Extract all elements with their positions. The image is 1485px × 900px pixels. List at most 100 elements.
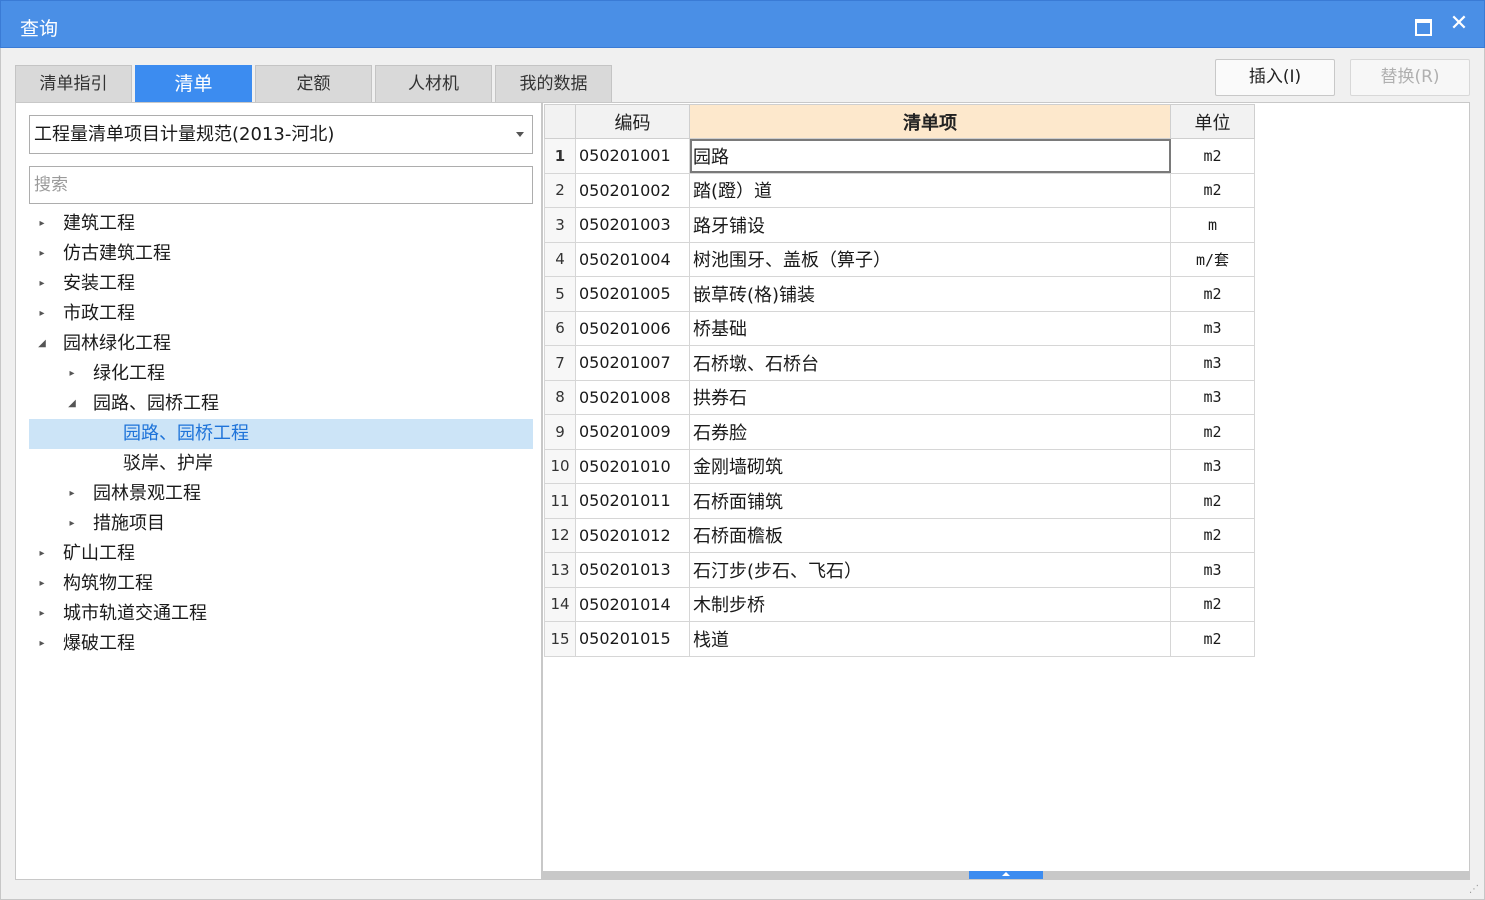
- code-cell[interactable]: 050201004: [575, 241, 690, 277]
- code-cell[interactable]: 050201010: [575, 448, 690, 484]
- unit-cell[interactable]: m3: [1170, 310, 1255, 346]
- table-row[interactable]: 6 050201006 桥基础 m3: [544, 310, 1255, 346]
- tree-item[interactable]: ◢ 园林绿化工程: [29, 329, 533, 359]
- tree-item[interactable]: ▸ 仿古建筑工程: [29, 239, 533, 269]
- maximize-button[interactable]: [1410, 13, 1434, 37]
- table-row[interactable]: 8 050201008 拱券石 m3: [544, 379, 1255, 415]
- tab-quota[interactable]: 定额: [255, 65, 372, 102]
- unit-cell[interactable]: m3: [1170, 448, 1255, 484]
- tree-item[interactable]: ▸ 城市轨道交通工程: [29, 599, 533, 629]
- column-header-unit[interactable]: 单位: [1170, 104, 1255, 139]
- replace-button[interactable]: 替换(R): [1350, 59, 1470, 96]
- table-row[interactable]: 5 050201005 嵌草砖(格)铺装 m2: [544, 276, 1255, 312]
- name-cell[interactable]: 树池围牙、盖板（箅子）: [689, 241, 1171, 277]
- name-cell[interactable]: 栈道: [689, 621, 1171, 657]
- tree-item[interactable]: ▸ 园林景观工程: [29, 479, 533, 509]
- tree-item[interactable]: ▸ 安装工程: [29, 269, 533, 299]
- insert-button[interactable]: 插入(I): [1215, 59, 1335, 96]
- tab-list[interactable]: 清单: [135, 65, 252, 102]
- tree-item[interactable]: ▸ 构筑物工程: [29, 569, 533, 599]
- tree-item[interactable]: ▸ 市政工程: [29, 299, 533, 329]
- horizontal-scrollbar[interactable]: [543, 871, 1469, 879]
- code-cell[interactable]: 050201001: [575, 138, 690, 174]
- table-row[interactable]: 15 050201015 栈道 m2: [544, 621, 1255, 657]
- table-row[interactable]: 14 050201014 木制步桥 m2: [544, 586, 1255, 622]
- collapsed-arrow-icon[interactable]: ▸: [35, 269, 49, 299]
- unit-cell[interactable]: m2: [1170, 621, 1255, 657]
- column-header-name[interactable]: 清单项: [689, 104, 1171, 139]
- close-button[interactable]: ✕: [1446, 11, 1472, 37]
- collapsed-arrow-icon[interactable]: ▸: [65, 509, 79, 539]
- collapsed-arrow-icon[interactable]: ▸: [35, 239, 49, 269]
- title-bar[interactable]: 查询 ✕: [0, 0, 1485, 48]
- expanded-arrow-icon[interactable]: ◢: [35, 329, 49, 359]
- tab-list-guide[interactable]: 清单指引: [15, 65, 132, 102]
- code-cell[interactable]: 050201012: [575, 517, 690, 553]
- unit-cell[interactable]: m2: [1170, 483, 1255, 519]
- table-row[interactable]: 11 050201011 石桥面铺筑 m2: [544, 483, 1255, 519]
- code-cell[interactable]: 050201005: [575, 276, 690, 312]
- name-cell[interactable]: 金刚墙砌筑: [689, 448, 1171, 484]
- tree-item[interactable]: 园路、园桥工程: [29, 419, 533, 449]
- name-cell[interactable]: 石券脸: [689, 414, 1171, 450]
- table-row[interactable]: 13 050201013 石汀步(步石、飞石） m3: [544, 552, 1255, 588]
- tree-item[interactable]: ▸ 绿化工程: [29, 359, 533, 389]
- code-cell[interactable]: 050201015: [575, 621, 690, 657]
- unit-cell[interactable]: m: [1170, 207, 1255, 243]
- unit-cell[interactable]: m3: [1170, 345, 1255, 381]
- name-cell[interactable]: 石桥面铺筑: [689, 483, 1171, 519]
- unit-cell[interactable]: m2: [1170, 414, 1255, 450]
- tree-item[interactable]: ▸ 矿山工程: [29, 539, 533, 569]
- code-cell[interactable]: 050201009: [575, 414, 690, 450]
- column-header-code[interactable]: 编码: [575, 104, 690, 139]
- unit-cell[interactable]: m2: [1170, 586, 1255, 622]
- name-cell[interactable]: 石汀步(步石、飞石）: [689, 552, 1171, 588]
- code-cell[interactable]: 050201008: [575, 379, 690, 415]
- tree-item[interactable]: ▸ 建筑工程: [29, 209, 533, 239]
- search-input[interactable]: [29, 166, 533, 204]
- table-row[interactable]: 10 050201010 金刚墙砌筑 m3: [544, 448, 1255, 484]
- table-row[interactable]: 2 050201002 踏(蹬）道 m2: [544, 172, 1255, 208]
- collapsed-arrow-icon[interactable]: ▸: [65, 359, 79, 389]
- expanded-arrow-icon[interactable]: ◢: [65, 389, 79, 419]
- splitter-handle[interactable]: [969, 871, 1043, 879]
- name-cell[interactable]: 嵌草砖(格)铺装: [689, 276, 1171, 312]
- table-row[interactable]: 9 050201009 石券脸 m2: [544, 414, 1255, 450]
- unit-cell[interactable]: m2: [1170, 138, 1255, 174]
- unit-cell[interactable]: m3: [1170, 379, 1255, 415]
- collapsed-arrow-icon[interactable]: ▸: [35, 629, 49, 659]
- name-cell[interactable]: 路牙铺设: [689, 207, 1171, 243]
- name-cell[interactable]: 石桥面檐板: [689, 517, 1171, 553]
- unit-cell[interactable]: m/套: [1170, 241, 1255, 277]
- code-cell[interactable]: 050201013: [575, 552, 690, 588]
- name-cell[interactable]: 石桥墩、石桥台: [689, 345, 1171, 381]
- unit-cell[interactable]: m2: [1170, 276, 1255, 312]
- table-row[interactable]: 4 050201004 树池围牙、盖板（箅子） m/套: [544, 241, 1255, 277]
- code-cell[interactable]: 050201006: [575, 310, 690, 346]
- collapsed-arrow-icon[interactable]: ▸: [35, 209, 49, 239]
- code-cell[interactable]: 050201014: [575, 586, 690, 622]
- unit-cell[interactable]: m2: [1170, 517, 1255, 553]
- table-row[interactable]: 12 050201012 石桥面檐板 m2: [544, 517, 1255, 553]
- collapsed-arrow-icon[interactable]: ▸: [35, 539, 49, 569]
- unit-cell[interactable]: m3: [1170, 552, 1255, 588]
- collapsed-arrow-icon[interactable]: ▸: [35, 299, 49, 329]
- name-cell[interactable]: 木制步桥: [689, 586, 1171, 622]
- name-cell[interactable]: 踏(蹬）道: [689, 172, 1171, 208]
- resize-grip-icon[interactable]: ⋰: [1469, 884, 1481, 896]
- tab-labor-material-machine[interactable]: 人材机: [375, 65, 492, 102]
- specification-dropdown[interactable]: 工程量清单项目计量规范(2013-河北): [29, 115, 533, 154]
- collapsed-arrow-icon[interactable]: ▸: [35, 569, 49, 599]
- code-cell[interactable]: 050201002: [575, 172, 690, 208]
- tree-item[interactable]: ▸ 措施项目: [29, 509, 533, 539]
- code-cell[interactable]: 050201003: [575, 207, 690, 243]
- table-row[interactable]: 7 050201007 石桥墩、石桥台 m3: [544, 345, 1255, 381]
- tab-my-data[interactable]: 我的数据: [495, 65, 612, 102]
- code-cell[interactable]: 050201007: [575, 345, 690, 381]
- collapsed-arrow-icon[interactable]: ▸: [35, 599, 49, 629]
- table-row[interactable]: 1 050201001 园路 m2: [544, 138, 1255, 174]
- tree-item[interactable]: ▸ 爆破工程: [29, 629, 533, 659]
- collapsed-arrow-icon[interactable]: ▸: [65, 479, 79, 509]
- code-cell[interactable]: 050201011: [575, 483, 690, 519]
- tree-item[interactable]: ◢ 园路、园桥工程: [29, 389, 533, 419]
